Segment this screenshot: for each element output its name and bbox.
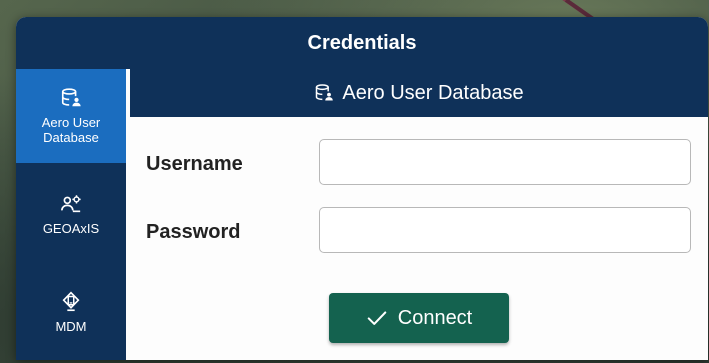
database-user-icon (61, 88, 81, 107)
credentials-dialog: Credentials Aero User Database GEOAxIS M… (16, 17, 708, 360)
password-input[interactable] (319, 207, 691, 253)
credentials-sidebar: Aero User Database GEOAxIS MDM (16, 69, 126, 360)
sidebar-item-label: GEOAxIS (42, 220, 100, 236)
connect-button-label: Connect (397, 306, 473, 329)
sidebar-item-aero-user-database[interactable]: Aero User Database (16, 69, 126, 163)
database-user-icon (316, 84, 334, 101)
connect-button[interactable]: Connect (329, 293, 509, 343)
device-shield-icon (62, 290, 80, 311)
sidebar-item-label: MDM (55, 318, 87, 334)
section-header-title: Aero User Database (342, 81, 524, 104)
sidebar-item-mdm[interactable]: MDM (16, 265, 126, 359)
users-gear-icon (61, 194, 81, 212)
section-header: Aero User Database (130, 69, 708, 117)
password-label: Password (146, 221, 241, 243)
credentials-content: Aero User Database Username Password Con… (126, 69, 708, 360)
check-icon (367, 311, 387, 325)
username-input[interactable] (319, 139, 691, 185)
dialog-title: Credentials (307, 31, 417, 54)
sidebar-item-geoaxis[interactable]: GEOAxIS (16, 167, 126, 261)
sidebar-item-label: Aero User Database (41, 115, 101, 145)
username-label: Username (146, 153, 243, 175)
dialog-title-bar: Credentials (16, 17, 708, 69)
